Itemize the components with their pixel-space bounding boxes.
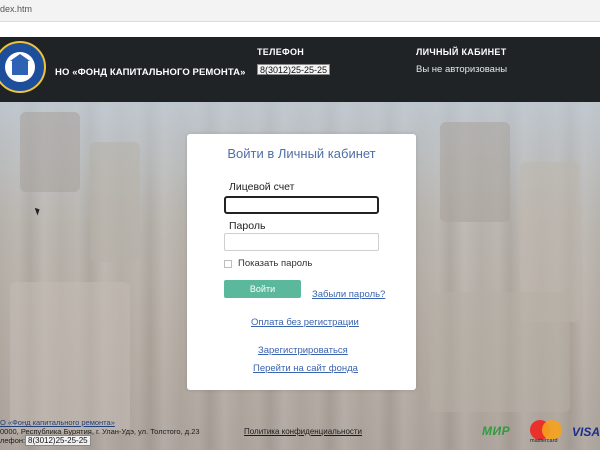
login-title: Войти в Личный кабинет bbox=[227, 146, 376, 161]
account-title[interactable]: ЛИЧНЫЙ КАБИНЕТ bbox=[416, 47, 507, 57]
account-number-input[interactable] bbox=[224, 196, 379, 214]
browser-url: dex.htm bbox=[0, 4, 33, 14]
top-spacer bbox=[0, 22, 600, 37]
login-button[interactable]: Войти bbox=[224, 280, 301, 298]
account-status: Вы не авторизованы bbox=[416, 64, 508, 75]
browser-address-bar[interactable]: dex.htm bbox=[0, 0, 600, 22]
account-label: Лицевой счет bbox=[229, 181, 295, 193]
register-link[interactable]: Зарегистрироваться bbox=[258, 345, 348, 356]
pay-without-registration-link[interactable]: Оплата без регистрации bbox=[251, 317, 359, 328]
mir-payment-logo: МИР bbox=[482, 424, 511, 438]
fund-logo-icon[interactable] bbox=[0, 41, 46, 93]
footer-org-name[interactable]: О «Фонд капитального ремонта» bbox=[0, 418, 115, 427]
visa-payment-logo: VISA bbox=[572, 425, 600, 439]
login-card: Войти в Личный кабинет Лицевой счет Паро… bbox=[187, 134, 416, 390]
phone-value: 8(3012)25-25-25 bbox=[257, 64, 331, 75]
org-name: НО «ФОНД КАПИТАЛЬНОГО РЕМОНТА» bbox=[55, 67, 246, 78]
forgot-password-link[interactable]: Забыли пароль? bbox=[312, 289, 385, 300]
show-password-label[interactable]: Показать пароль bbox=[238, 258, 312, 269]
fund-site-link[interactable]: Перейти на сайт фонда bbox=[253, 363, 358, 374]
password-input[interactable] bbox=[224, 233, 379, 251]
privacy-policy-link[interactable]: Политика конфиденциальности bbox=[244, 427, 362, 436]
phone-title: ТЕЛЕФОН bbox=[257, 47, 305, 57]
show-password-checkbox[interactable] bbox=[224, 260, 232, 268]
footer-phone-value: 8(3012)25-25-25 bbox=[25, 435, 91, 446]
footer-phone-label: лефон: bbox=[0, 436, 26, 445]
mastercard-logo-text: mastercard bbox=[530, 438, 558, 444]
password-label: Пароль bbox=[229, 220, 266, 232]
